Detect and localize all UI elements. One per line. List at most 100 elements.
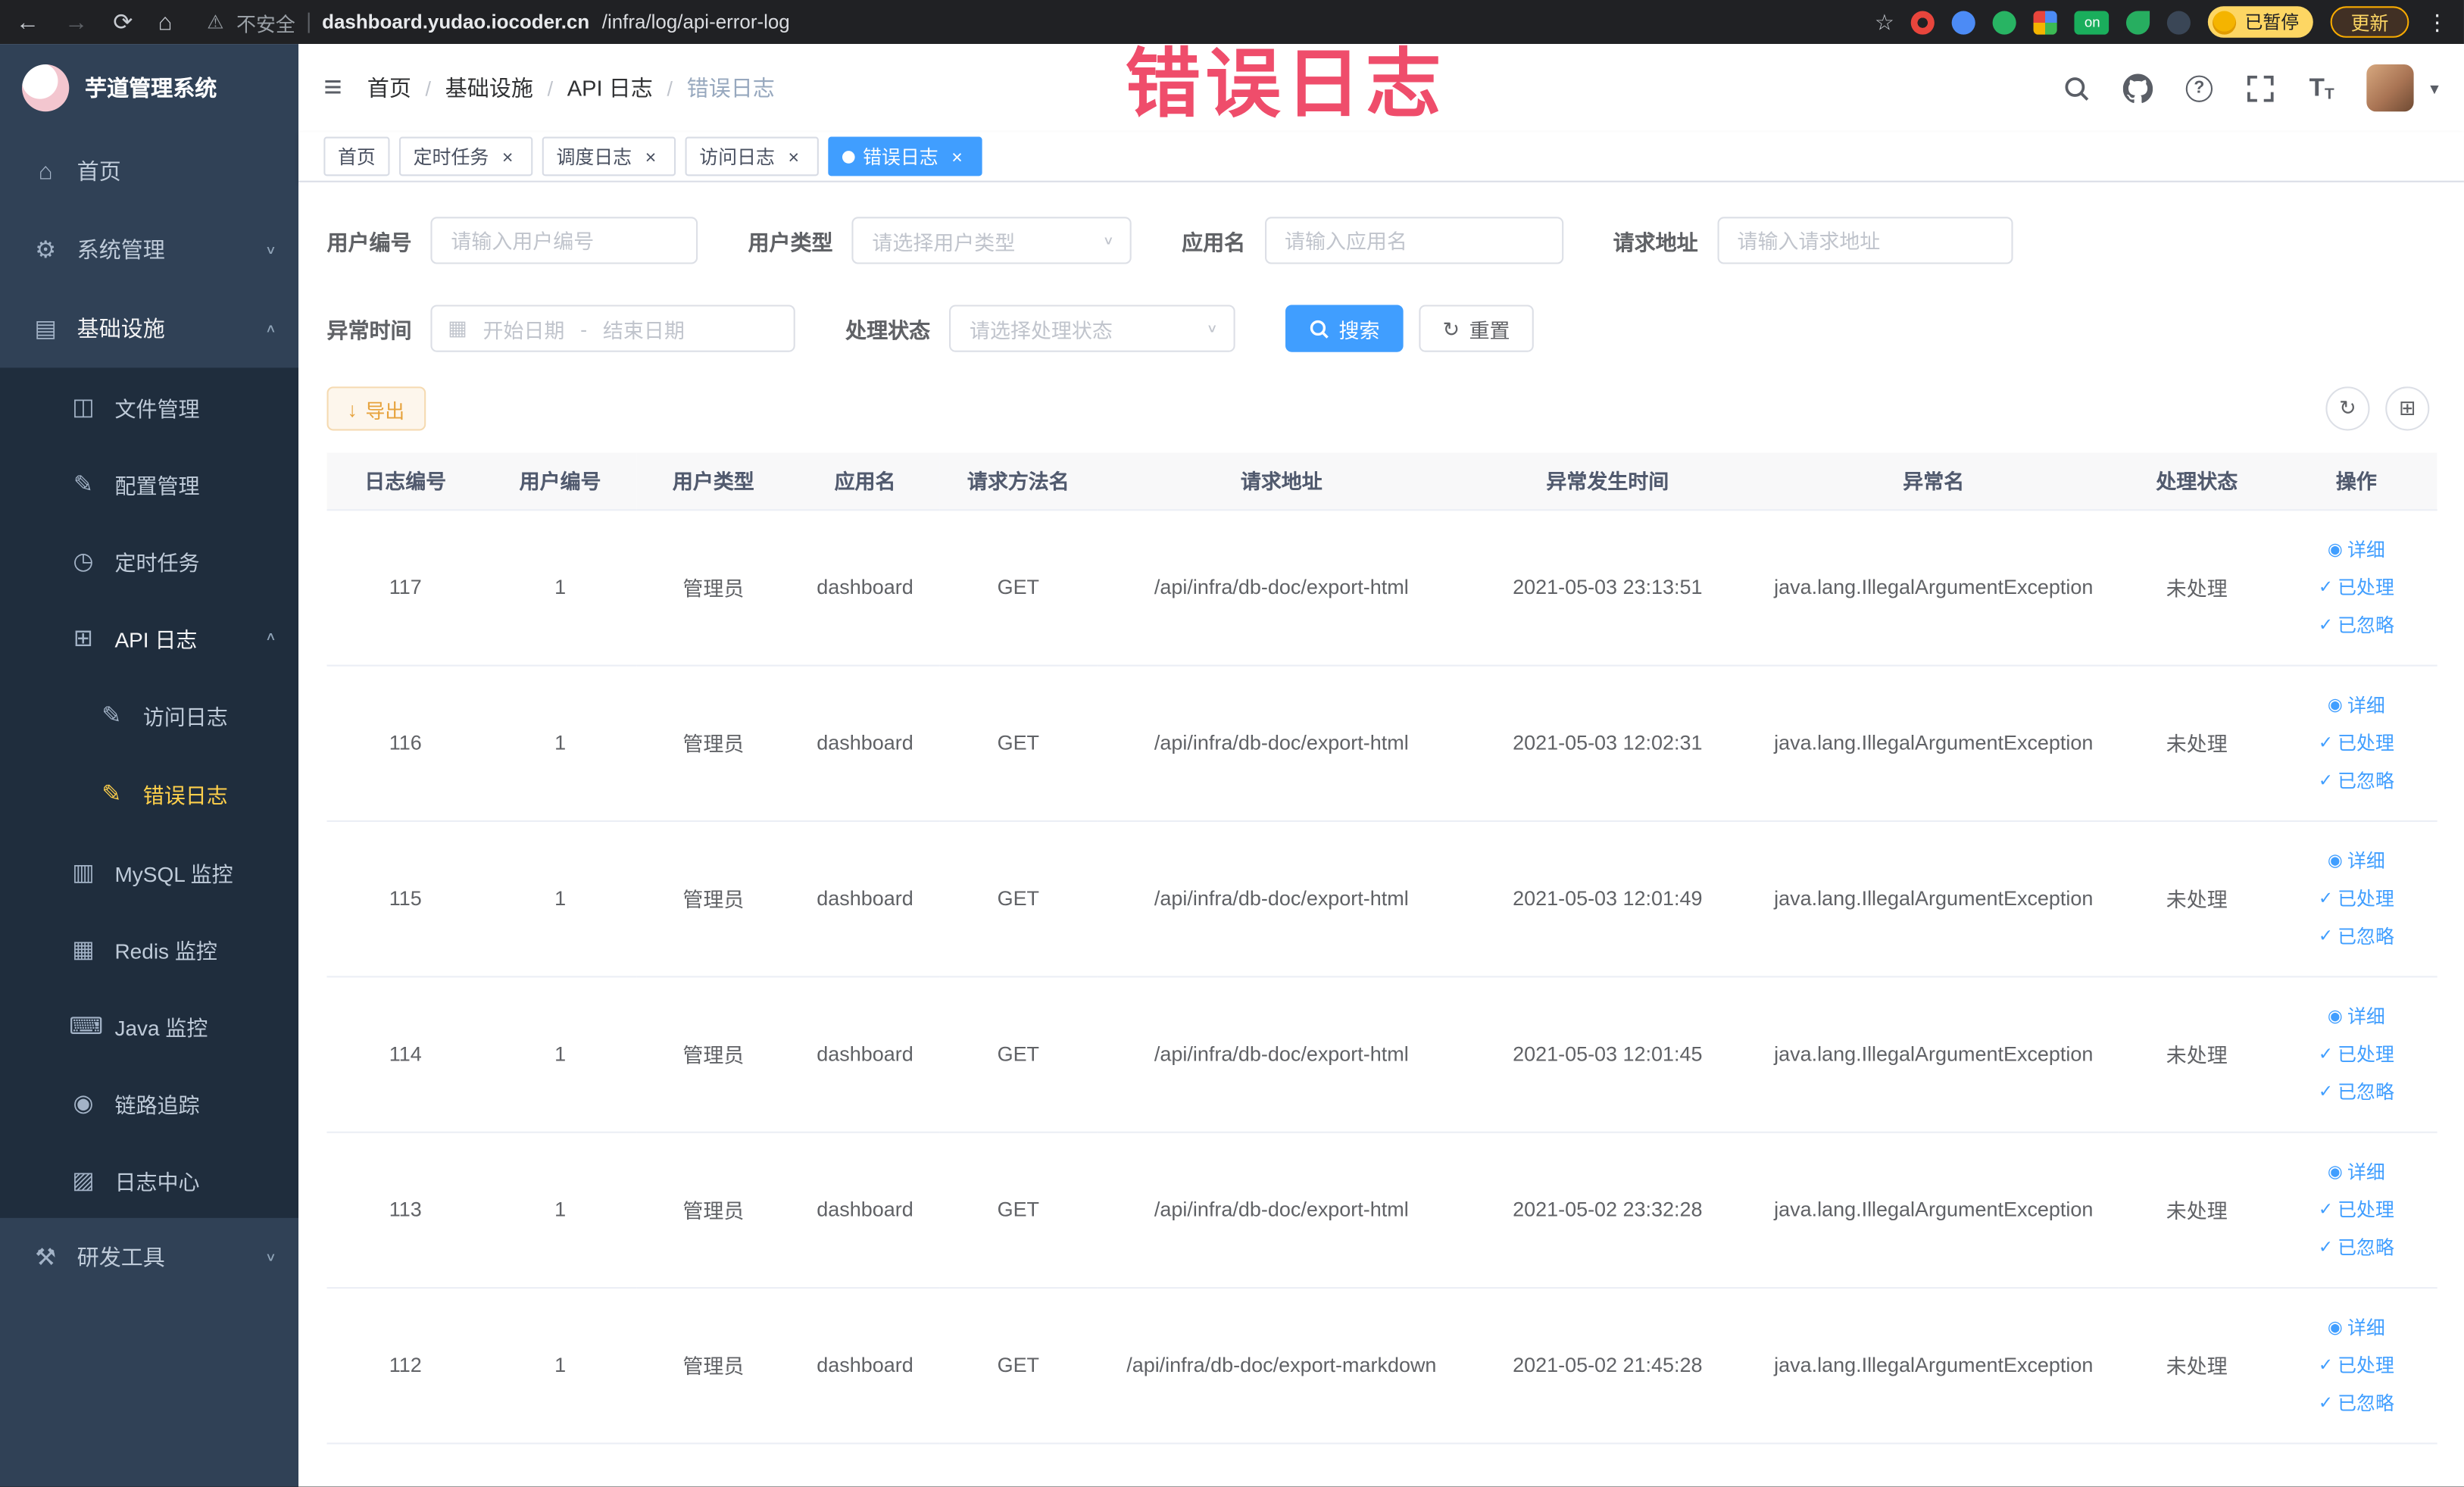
- process-status-select[interactable]: 请选择处理状态 ∨: [949, 305, 1235, 352]
- search-icon[interactable]: [2061, 72, 2092, 103]
- request-url-input[interactable]: [1716, 217, 2013, 264]
- cell-time: 2021-05-03 23:13:51: [1466, 509, 1750, 666]
- chevron-down-icon: ∨: [264, 243, 277, 257]
- table-row: 116 1 管理员 dashboard GET/api/infra/db-doc/exp…: [326, 664, 2437, 821]
- breadcrumb-item[interactable]: 首页: [367, 72, 411, 103]
- close-icon[interactable]: ×: [497, 145, 519, 167]
- browser-back-icon[interactable]: ←: [16, 8, 39, 35]
- user-avatar[interactable]: [2367, 64, 2415, 112]
- processed-link[interactable]: ✓ 已处理: [2281, 879, 2431, 917]
- cell-id: 112: [326, 1287, 484, 1444]
- ignored-link[interactable]: ✓ 已忽略: [2281, 1384, 2431, 1422]
- chevron-down-icon: ∨: [1206, 322, 1218, 336]
- sidebar-item-access-log[interactable]: ✎ 访问日志: [0, 676, 298, 754]
- extension-icon[interactable]: [1911, 10, 1935, 34]
- app-name-input[interactable]: [1264, 217, 1563, 264]
- browser-forward-icon[interactable]: →: [64, 8, 88, 35]
- user-type-select[interactable]: 请选择用户类型 ∨: [851, 217, 1132, 264]
- ignored-link[interactable]: ✓ 已忽略: [2281, 761, 2431, 799]
- exception-time-label: 异常时间: [326, 319, 412, 343]
- reset-button[interactable]: ↻ 重置: [1419, 305, 1534, 352]
- sidebar-item-dev-tools[interactable]: ⚒ 研发工具 ∨: [0, 1218, 298, 1297]
- processed-link[interactable]: ✓ 已处理: [2281, 568, 2431, 606]
- detail-link[interactable]: ◉ 详细: [2281, 1153, 2431, 1191]
- bookmark-star-icon[interactable]: ☆: [1875, 8, 1894, 35]
- export-button[interactable]: ↓ 导出: [326, 386, 426, 431]
- check-icon: ✓: [2318, 889, 2333, 908]
- check-icon: ✓: [2318, 733, 2333, 752]
- extension-icon[interactable]: [1952, 10, 1976, 34]
- tab-error-log[interactable]: 错误日志 ×: [828, 136, 982, 177]
- actions-cell: ◉ 详细 ✓ 已处理 ✓ 已忽略: [2275, 1287, 2437, 1444]
- github-icon[interactable]: [2122, 72, 2153, 103]
- tab-schedule-log[interactable]: 调度日志 ×: [542, 136, 676, 177]
- ignored-link[interactable]: ✓ 已忽略: [2281, 917, 2431, 955]
- browser-home-icon[interactable]: ⌂: [158, 8, 173, 35]
- search-button[interactable]: 搜索: [1285, 305, 1404, 352]
- browser-reload-icon[interactable]: ⟳: [113, 8, 133, 36]
- sidebar-item-error-log[interactable]: ✎ 错误日志: [0, 754, 298, 833]
- sidebar-item-mysql-monitor[interactable]: ▥ MySQL 监控: [0, 833, 298, 911]
- sidebar-item-tracing[interactable]: ◉ 链路追踪: [0, 1064, 298, 1142]
- ignored-link[interactable]: ✓ 已忽略: [2281, 606, 2431, 644]
- detail-link[interactable]: ◉ 详细: [2281, 997, 2431, 1035]
- sidebar-item-home[interactable]: ⌂ 首页: [0, 132, 298, 211]
- extension-icon[interactable]: [1993, 10, 2017, 34]
- sidebar-item-system-management[interactable]: ⚙ 系统管理 ∨: [0, 211, 298, 289]
- actions-cell: ◉ 详细 ✓ 已处理 ✓ 已忽略: [2275, 976, 2437, 1132]
- sidebar-item-scheduled-jobs[interactable]: ◷ 定时任务: [0, 522, 298, 599]
- refresh-table-button[interactable]: ↻: [2325, 386, 2370, 431]
- breadcrumb-current: 错误日志: [686, 75, 775, 101]
- sidebar-item-file-management[interactable]: ◫ 文件管理: [0, 367, 298, 445]
- breadcrumb-item[interactable]: API 日志: [567, 72, 653, 103]
- ignored-link[interactable]: ✓ 已忽略: [2281, 1228, 2431, 1266]
- app-logo[interactable]: 芋道管理系统: [0, 44, 298, 132]
- sidebar-item-label: 研发工具: [77, 1245, 165, 1270]
- sidebar-toggle-icon[interactable]: ≡: [323, 70, 342, 106]
- sidebar-item-config-management[interactable]: ✎ 配置管理: [0, 445, 298, 522]
- sidebar-item-redis-monitor[interactable]: ▦ Redis 监控: [0, 910, 298, 987]
- exception-time-range-picker[interactable]: ▦ 开始日期 - 结束日期: [430, 305, 795, 352]
- processed-link[interactable]: ✓ 已处理: [2281, 1346, 2431, 1384]
- fullscreen-icon[interactable]: [2245, 72, 2276, 103]
- sidebar-item-infrastructure[interactable]: ▤ 基础设施 ∧: [0, 289, 298, 368]
- extension-icon[interactable]: [2126, 10, 2151, 34]
- browser-update-button[interactable]: 更新: [2330, 6, 2409, 38]
- detail-link[interactable]: ◉ 详细: [2281, 686, 2431, 724]
- extension-icon[interactable]: [2167, 10, 2191, 34]
- check-icon: ✓: [2318, 1393, 2333, 1413]
- navbar-actions: ? TT ▾: [2061, 64, 2439, 112]
- profile-paused-badge[interactable]: 已暂停: [2208, 6, 2313, 38]
- check-icon: ✓: [2318, 1082, 2333, 1101]
- sidebar-item-api-logs[interactable]: ⊞ API 日志 ∧: [0, 598, 298, 676]
- user-id-input[interactable]: [430, 217, 698, 264]
- chevron-up-icon: ∧: [264, 630, 277, 644]
- font-size-icon[interactable]: TT: [2306, 72, 2337, 104]
- tab-home[interactable]: 首页: [323, 136, 390, 177]
- help-icon[interactable]: ?: [2184, 72, 2215, 103]
- close-icon[interactable]: ×: [782, 145, 804, 167]
- processed-link[interactable]: ✓ 已处理: [2281, 1191, 2431, 1229]
- close-icon[interactable]: ×: [639, 145, 661, 167]
- processed-link[interactable]: ✓ 已处理: [2281, 1035, 2431, 1073]
- sidebar-item-java-monitor[interactable]: ⌨ Java 监控: [0, 987, 298, 1064]
- processed-link[interactable]: ✓ 已处理: [2281, 723, 2431, 761]
- sidebar-item-log-center[interactable]: ▨ 日志中心: [0, 1141, 298, 1218]
- browser-menu-icon[interactable]: ⋮: [2426, 8, 2448, 35]
- tab-access-log[interactable]: 访问日志 ×: [685, 136, 819, 177]
- api-log-icon: ⊞: [73, 624, 93, 651]
- detail-link[interactable]: ◉ 详细: [2281, 530, 2431, 568]
- tab-scheduled-jobs[interactable]: 定时任务 ×: [398, 136, 533, 177]
- avatar-caret-icon[interactable]: ▾: [2430, 78, 2438, 98]
- column-header: 请求地址: [1097, 452, 1466, 511]
- extension-on-badge[interactable]: on: [2075, 10, 2110, 34]
- ignored-link[interactable]: ✓ 已忽略: [2281, 1073, 2431, 1111]
- extension-icon[interactable]: [2034, 10, 2058, 34]
- breadcrumb-item[interactable]: 基础设施: [445, 72, 533, 103]
- address-bar[interactable]: ⚠ 不安全 dashboard.yudao.iocoder.cn/infra/l…: [207, 7, 790, 36]
- column-settings-button[interactable]: ⊞: [2385, 386, 2430, 431]
- app-name-label: 应用名: [1182, 230, 1246, 255]
- detail-link[interactable]: ◉ 详细: [2281, 1308, 2431, 1346]
- close-icon[interactable]: ×: [946, 145, 968, 167]
- detail-link[interactable]: ◉ 详细: [2281, 842, 2431, 879]
